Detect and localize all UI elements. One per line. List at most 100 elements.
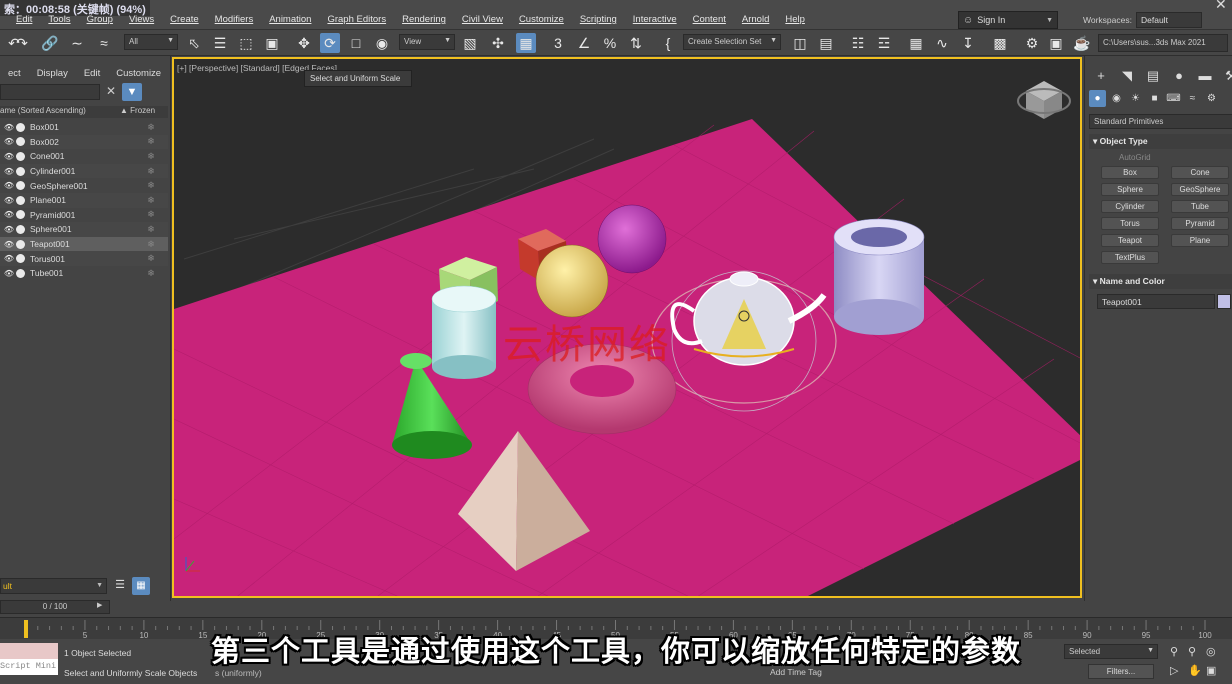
primitive-cylinder-button[interactable]: Cylinder [1101,200,1159,213]
visibility-eye-icon[interactable]: 👁 [2,152,16,161]
curve-editor-icon[interactable]: ∿ [932,33,952,53]
freeze-icon[interactable]: ❄ [143,122,159,133]
menu-edit[interactable]: Edit [8,14,40,25]
freeze-icon[interactable]: ❄ [143,209,159,220]
primitive-geosphere-button[interactable]: GeoSphere [1171,183,1229,196]
display-tab-icon[interactable]: ▬ [1195,66,1215,86]
primitive-textplus-button[interactable]: TextPlus [1101,251,1159,264]
primitive-tube-button[interactable]: Tube [1171,200,1229,213]
freeze-icon[interactable]: ❄ [143,166,159,177]
schematic-view-icon[interactable]: ↧ [958,33,978,53]
visibility-eye-icon[interactable]: 👁 [2,225,16,234]
scene-explorer-toggle-icon[interactable]: ▦ [132,577,150,595]
explorer-menu-edit[interactable]: Edit [76,68,108,79]
unlink-icon[interactable]: ∼ [67,33,87,53]
scene-explorer-search-input[interactable] [0,84,100,100]
layer-dropdown[interactable]: ult ▼ [0,578,107,594]
scene-explorer-header[interactable]: ame (Sorted Ascending) ▲ Frozen [0,106,168,118]
select-by-name-icon[interactable]: ☰ [210,33,230,53]
visibility-eye-icon[interactable]: 👁 [2,240,16,249]
explorer-menu-customize[interactable]: Customize [108,68,169,79]
cameras-icon[interactable]: ■ [1146,90,1163,107]
visibility-eye-icon[interactable]: 👁 [2,167,16,176]
render-setup-icon[interactable]: ⚙ [1022,33,1042,53]
window-crossing-icon[interactable]: ▣ [262,33,282,53]
scene-object-row[interactable]: 👁 Teapot001 ❄ [0,236,168,252]
angle-snap-icon[interactable]: ∠ [574,33,594,53]
column-header-frozen[interactable]: ▲ Frozen [120,106,168,118]
menu-views[interactable]: Views [121,14,162,25]
edit-named-selection-icon[interactable]: { [658,33,678,53]
scene-object-row[interactable]: 👁 Cylinder001 ❄ [0,163,168,179]
keyboard-shortcut-override-icon[interactable]: ▦ [516,33,536,53]
scene-object-row[interactable]: 👁 GeoSphere001 ❄ [0,178,168,193]
bind-space-warp-icon[interactable]: ≈ [94,33,114,53]
named-selection-set-dropdown[interactable]: Create Selection Set ▼ [683,34,781,50]
helpers-icon[interactable]: ⌨ [1165,90,1182,107]
visibility-eye-icon[interactable]: 👁 [2,269,16,278]
filter-icon[interactable]: ▼ [122,83,142,101]
scene-object-row[interactable]: 👁 Sphere001 ❄ [0,222,168,237]
menu-arnold[interactable]: Arnold [734,14,777,25]
name-and-color-rollout[interactable]: ▾ Name and Color [1089,274,1232,289]
clear-search-icon[interactable]: ✕ [103,84,119,100]
menu-customize[interactable]: Customize [511,14,572,25]
menu-group[interactable]: Group [79,14,121,25]
object-color-swatch[interactable] [1217,294,1231,309]
create-tab-icon[interactable]: + [1091,66,1111,86]
geometry-icon[interactable]: ● [1089,90,1106,107]
select-and-rotate-icon[interactable]: ⟳ [320,33,340,53]
menu-help[interactable]: Help [777,14,813,25]
menu-tools[interactable]: Tools [40,14,78,25]
primitive-box-button[interactable]: Box [1101,166,1159,179]
freeze-icon[interactable]: ❄ [143,268,159,279]
primitive-sphere-button[interactable]: Sphere [1101,183,1159,196]
motion-tab-icon[interactable]: ● [1169,66,1189,86]
rendered-frame-window-icon[interactable]: ▣ [1046,33,1066,53]
utilities-tab-icon[interactable]: ⚒ [1221,66,1232,86]
toggle-scene-explorer-icon[interactable]: ☷ [848,33,868,53]
link-icon[interactable]: 🔗 [40,33,60,53]
menu-create[interactable]: Create [162,14,207,25]
menu-scripting[interactable]: Scripting [572,14,625,25]
visibility-eye-icon[interactable]: 👁 [2,181,16,190]
rectangular-selection-icon[interactable]: ⬚ [236,33,256,53]
primitive-cone-button[interactable]: Cone [1171,166,1229,179]
scene-object-row[interactable]: 👁 Pyramid001 ❄ [0,208,168,223]
visibility-eye-icon[interactable]: 👁 [2,210,16,219]
primitive-pyramid-button[interactable]: Pyramid [1171,217,1229,230]
object-type-rollout[interactable]: ▾ Object Type [1089,134,1232,149]
shapes-icon[interactable]: ◉ [1108,90,1125,107]
reference-coordinate-dropdown[interactable]: View ▼ [399,34,455,50]
selection-filter-dropdown[interactable]: All ▼ [124,34,178,50]
select-object-icon[interactable]: ⬁ [184,33,204,53]
object-name-field[interactable]: Teapot001 [1097,294,1215,309]
freeze-icon[interactable]: ❄ [143,253,159,264]
snaps-toggle-icon[interactable]: 3 [548,33,568,53]
close-icon[interactable]: ✕ [1215,0,1227,13]
freeze-icon[interactable]: ❄ [143,239,159,250]
menu-civil-view[interactable]: Civil View [454,14,511,25]
hierarchy-tab-icon[interactable]: ▤ [1143,66,1163,86]
explorer-menu-display[interactable]: Display [29,68,76,79]
visibility-eye-icon[interactable]: 👁 [2,123,16,132]
select-manipulate-icon[interactable]: ✣ [488,33,508,53]
scene-object-row[interactable]: 👁 Cone001 ❄ [0,149,168,164]
freeze-icon[interactable]: ❄ [143,224,159,235]
freeze-icon[interactable]: ❄ [143,151,159,162]
spinner-snap-icon[interactable]: ⇅ [626,33,646,53]
pivot-center-icon[interactable]: ▧ [460,33,480,53]
toggle-layer-explorer-icon[interactable]: ☲ [874,33,894,53]
menu-rendering[interactable]: Rendering [394,14,454,25]
scene-object-row[interactable]: 👁 Box002 ❄ [0,134,168,150]
column-header-name[interactable]: ame (Sorted Ascending) [0,106,120,118]
select-and-uniform-scale-icon[interactable]: □ [346,33,366,53]
visibility-eye-icon[interactable]: 👁 [2,137,16,146]
menu-animation[interactable]: Animation [261,14,319,25]
toggle-ribbon-icon[interactable]: ▦ [906,33,926,53]
primitive-plane-button[interactable]: Plane [1171,234,1229,247]
time-slider[interactable]: 0 / 100 [0,600,110,614]
workspaces-dropdown[interactable]: Default [1136,12,1202,28]
explorer-menu-ect[interactable]: ect [0,68,29,79]
freeze-icon[interactable]: ❄ [143,180,159,191]
